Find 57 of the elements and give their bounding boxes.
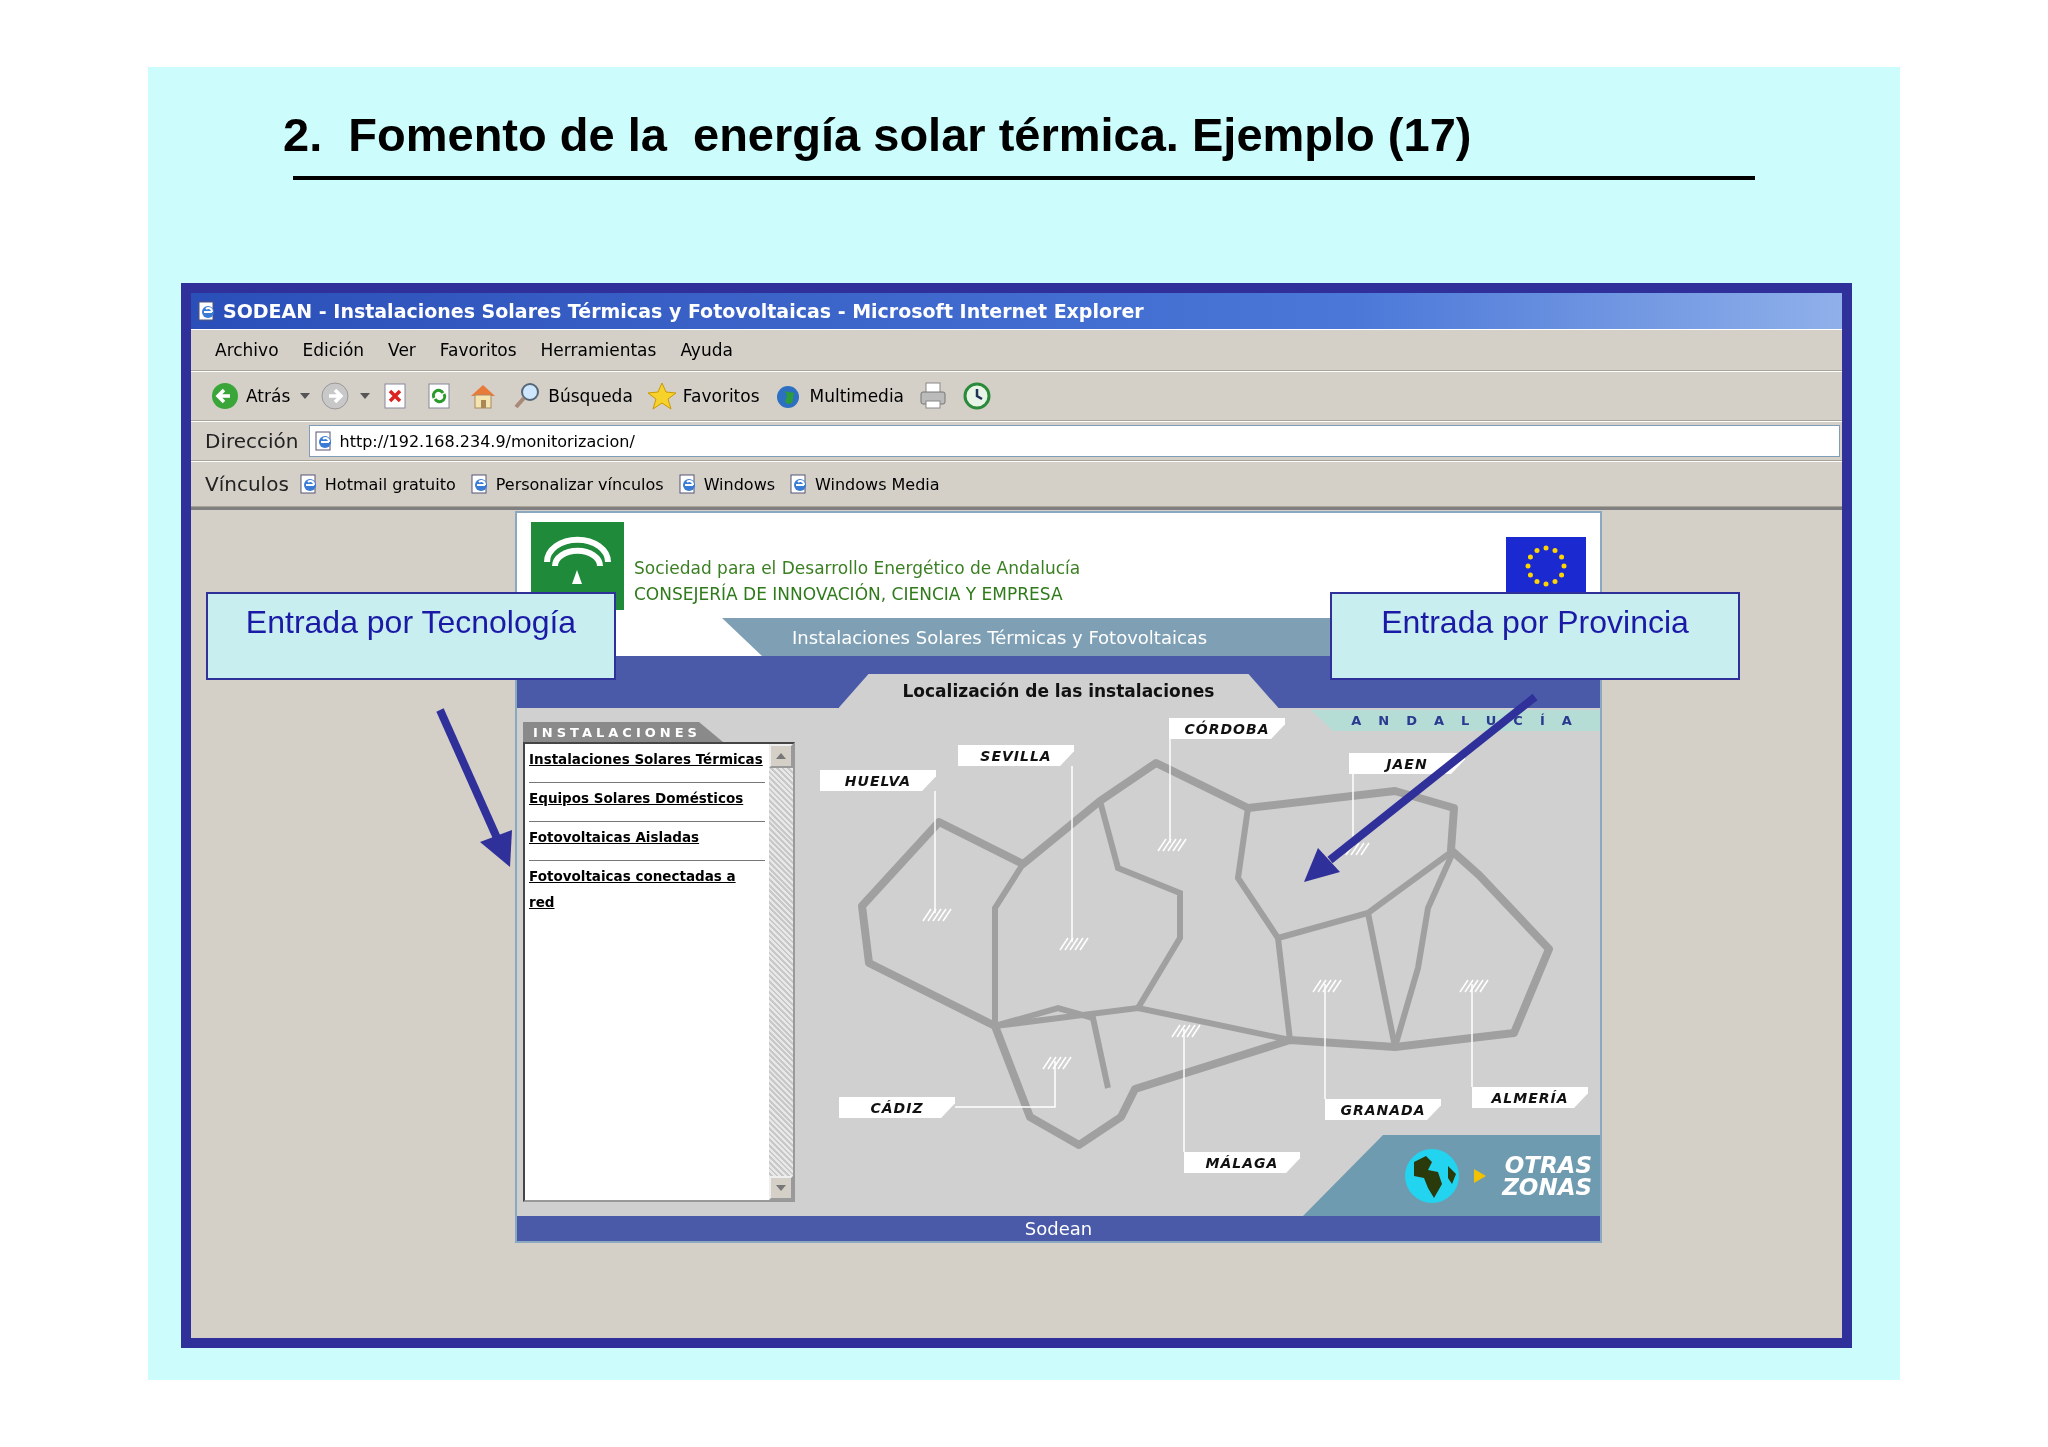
search-button[interactable]: Búsqueda <box>507 379 638 413</box>
menu-item[interactable]: Herramientas <box>530 338 667 362</box>
link-button[interactable]: Windows Media <box>789 474 940 494</box>
scroll-up-button[interactable] <box>769 744 793 768</box>
province-label[interactable]: CÁDIZ <box>839 1097 955 1118</box>
page-icon <box>298 474 319 494</box>
section-tab[interactable]: Localización de las instalaciones <box>838 674 1279 708</box>
address-field[interactable]: http://192.168.234.9/monitorizacion/ <box>308 425 1840 457</box>
province-label[interactable]: CÓRDOBA <box>1169 718 1285 739</box>
callout-box: Entrada por Provincia <box>1330 592 1740 680</box>
page-icon <box>313 431 334 451</box>
window-title: SODEAN - Instalaciones Solares Térmicas y Fotovoltaicas - Microsoft Internet Explorer <box>223 300 1144 322</box>
list-link[interactable]: Fotovoltaicas conectadas a red <box>529 861 765 925</box>
list-link[interactable]: Equipos Solares Domésticos <box>529 783 765 822</box>
province-label[interactable]: HUELVA <box>820 770 936 791</box>
link-button[interactable]: Windows <box>677 474 776 494</box>
menu-item[interactable]: Ver <box>378 338 426 362</box>
back-button[interactable]: Atrás <box>205 379 296 413</box>
globe-icon <box>1404 1147 1460 1204</box>
link-button[interactable]: Hotmail gratuito <box>298 474 456 494</box>
page-icon <box>677 474 698 494</box>
province-label[interactable]: ALMERÍA <box>1472 1087 1588 1108</box>
list-link[interactable]: Fotovoltaicas Aisladas <box>529 822 765 861</box>
page-icon <box>197 301 217 321</box>
address-label: Dirección <box>205 429 300 453</box>
printer-icon <box>918 381 949 411</box>
menu-item[interactable]: Ayuda <box>670 338 743 362</box>
ministry-name: CONSEJERÍA DE INNOVACIÓN, CIENCIA Y EMPRESA <box>634 583 1064 604</box>
star-icon <box>646 381 677 411</box>
province-label[interactable]: MÁLAGA <box>1184 1152 1300 1173</box>
media-button[interactable]: Multimedia <box>768 379 910 413</box>
history-icon <box>962 381 993 411</box>
list-link[interactable]: Instalaciones Solares Térmicas <box>529 744 765 783</box>
caret-icon[interactable] <box>359 392 372 400</box>
link-button[interactable]: Personalizar vínculos <box>469 474 664 494</box>
flag-icon <box>1506 536 1586 595</box>
back-icon <box>210 381 240 411</box>
province-label[interactable]: SEVILLA <box>958 745 1074 766</box>
scroll-down-button[interactable] <box>769 1176 793 1200</box>
menu-item[interactable]: Archivo <box>205 338 289 362</box>
links-label: Vínculos <box>205 472 290 496</box>
menu-item[interactable]: Favoritos <box>429 338 527 362</box>
province-label[interactable]: GRANADA <box>1325 1099 1441 1120</box>
list-title: INSTALACIONES <box>523 722 723 742</box>
callout-box: Entrada por Tecnología <box>206 592 616 680</box>
page-icon <box>469 474 490 494</box>
play-icon <box>1474 1168 1486 1183</box>
favorites-button[interactable]: Favoritos <box>641 379 765 413</box>
up-arrow-icon <box>776 753 786 759</box>
menu-item[interactable]: Edición <box>292 338 375 362</box>
scrollbar[interactable] <box>769 744 793 1200</box>
down-arrow-icon <box>776 1185 786 1191</box>
organization-name: Sociedad para el Desarrollo Energético de Andalucía <box>634 557 1082 578</box>
forward-icon <box>320 381 351 411</box>
caret-icon[interactable] <box>299 392 312 400</box>
page-footer: Sodean <box>517 1216 1600 1241</box>
slide-title: 2. Fomento de la energía solar térmica. Ejemplo (17) <box>283 107 1473 162</box>
